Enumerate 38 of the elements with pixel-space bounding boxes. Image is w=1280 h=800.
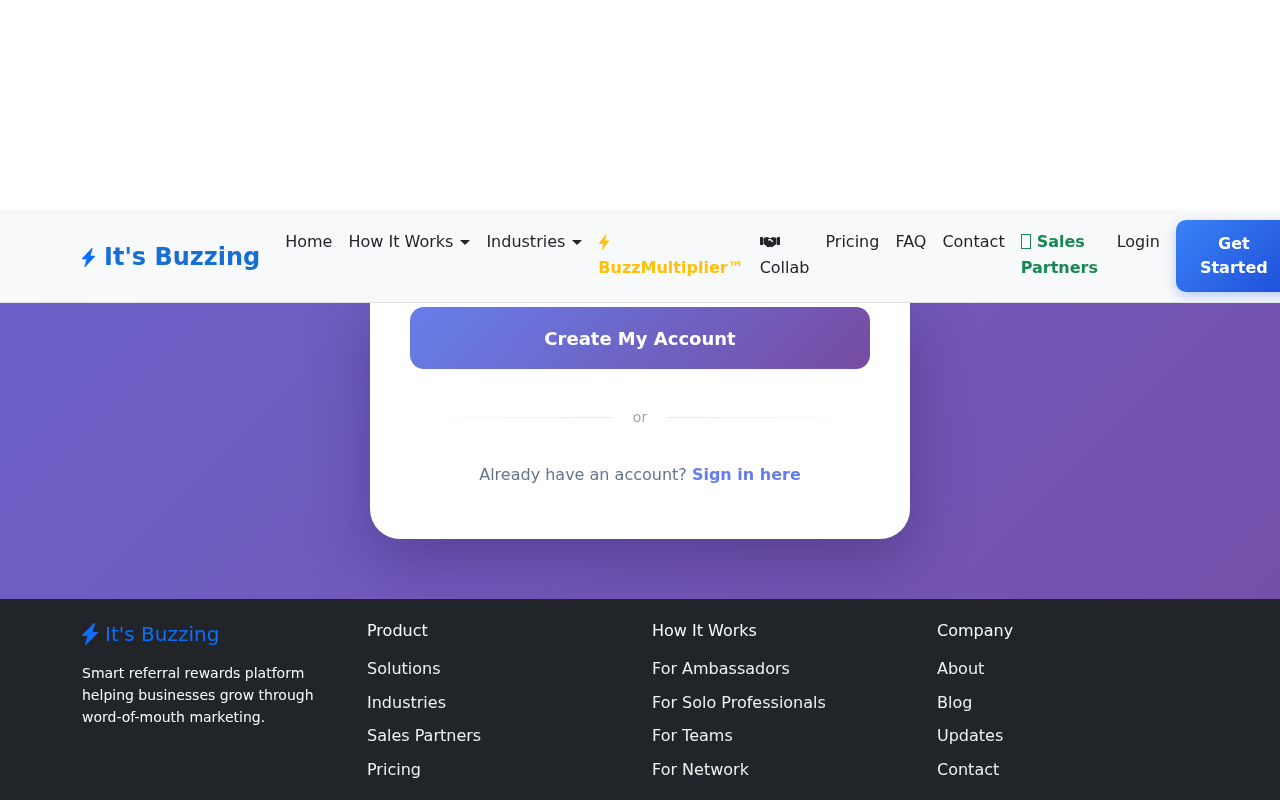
nav-link[interactable]: Pricing xyxy=(817,229,888,255)
footer-link[interactable]: For Teams xyxy=(652,724,733,748)
nav-link[interactable]: Home xyxy=(277,229,341,255)
footer-link[interactable]: Updates xyxy=(937,724,1004,748)
nav-link[interactable]: FAQ xyxy=(887,229,935,255)
divider-label: or xyxy=(631,408,649,427)
footer-link[interactable]: Solutions xyxy=(367,657,441,681)
footer-link[interactable]: Contact xyxy=(937,757,1000,782)
signin-prompt: Already have an account? Sign in here xyxy=(478,464,802,486)
footer-link[interactable]: Blog xyxy=(937,690,973,715)
footer-link[interactable]: Pricing xyxy=(367,757,421,782)
footer-link[interactable]: About xyxy=(937,657,985,681)
footer-heading: How It Works xyxy=(652,620,757,642)
nav-dropdown[interactable]: How It Works xyxy=(340,229,479,255)
lightning-icon xyxy=(598,233,611,251)
nav-dropdown[interactable]: Industries xyxy=(478,229,591,255)
nav-link[interactable]: Collab xyxy=(751,229,818,281)
handshake-icon xyxy=(759,236,780,248)
footer-heading: Product xyxy=(367,620,428,642)
nav-link[interactable]: Sales Partners xyxy=(1012,229,1109,281)
missing-glyph-icon xyxy=(1020,234,1031,249)
get-started-button[interactable]: Get Started xyxy=(1175,220,1280,292)
footer-link[interactable]: For Network xyxy=(652,757,749,782)
footer-link[interactable]: For Ambassadors xyxy=(652,657,790,681)
nav-link[interactable]: Login xyxy=(1108,229,1168,255)
footer-description: Smart referral rewards platform helping businesses grow through word-of-mouth marketing. xyxy=(82,664,315,727)
footer-heading: Company xyxy=(937,620,1014,642)
caret-icon xyxy=(460,239,471,245)
footer-link[interactable]: Industries xyxy=(367,690,446,715)
footer-link[interactable]: For Solo Professionals xyxy=(652,690,826,715)
nav-link[interactable]: Contact xyxy=(934,229,1013,255)
footer-link[interactable]: Sales Partners xyxy=(367,724,482,748)
caret-icon xyxy=(572,239,583,245)
lightning-icon xyxy=(82,247,95,267)
brand-link[interactable]: It's Buzzing xyxy=(82,240,261,272)
create-account-button[interactable]: Create My Account xyxy=(410,307,870,369)
lightning-icon xyxy=(82,623,98,645)
signin-link[interactable]: Sign in here xyxy=(691,465,801,484)
